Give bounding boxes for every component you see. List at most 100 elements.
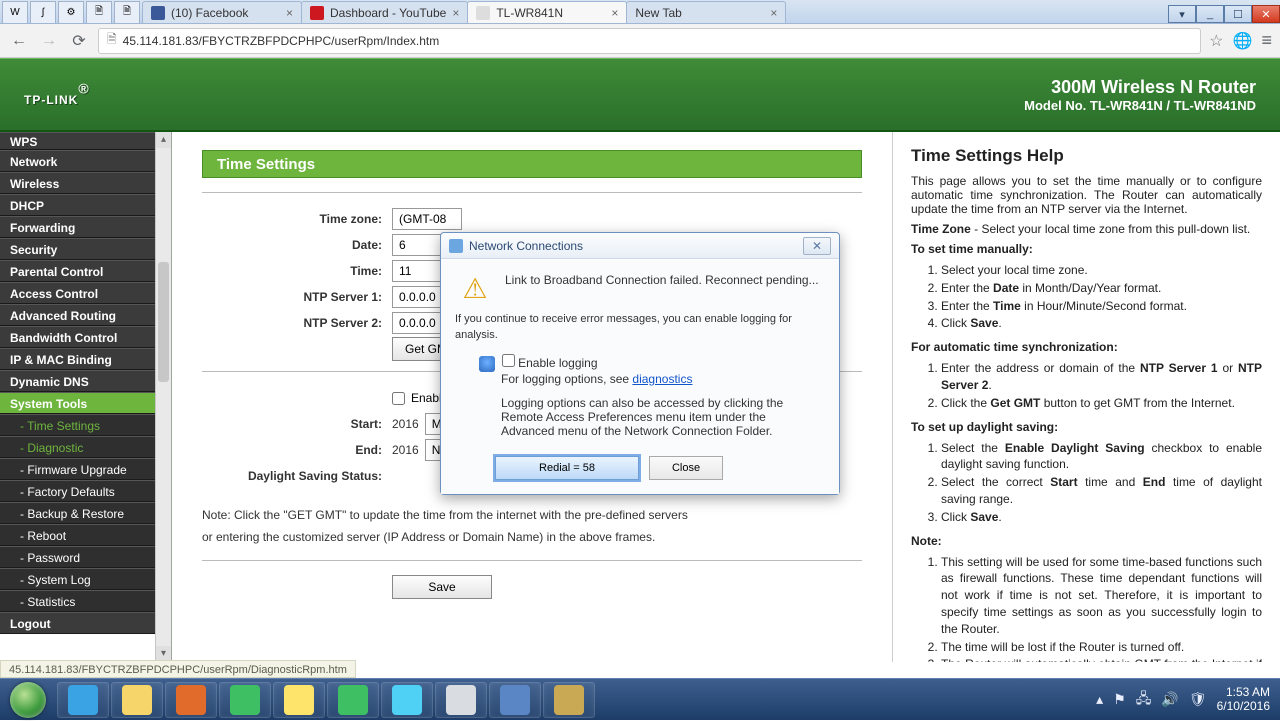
reload-icon[interactable]: ⟳ — [68, 30, 90, 52]
sidebar-item[interactable]: - Firmware Upgrade — [0, 458, 155, 480]
tray-flag-icon[interactable]: ⚑ — [1113, 691, 1126, 708]
close-icon[interactable]: × — [611, 6, 618, 20]
taskbar-app[interactable] — [57, 682, 109, 718]
sidebar-item[interactable]: - Reboot — [0, 524, 155, 546]
sidebar-item[interactable]: - Statistics — [0, 590, 155, 612]
sidebar-item[interactable]: Security — [0, 238, 155, 260]
note-text: Note: Click the "GET GMT" to update the … — [202, 506, 862, 524]
sidebar-item[interactable]: DHCP — [0, 194, 155, 216]
tray-volume-icon[interactable]: 🔊 — [1161, 691, 1178, 708]
mini-app-icon[interactable]: 🗎 — [86, 1, 112, 23]
close-icon[interactable]: × — [286, 6, 293, 20]
youtube-icon — [310, 6, 324, 20]
sidebar-item[interactable]: IP & MAC Binding — [0, 348, 155, 370]
close-icon[interactable]: × — [452, 6, 459, 20]
tab-title: TL-WR841N — [496, 6, 605, 20]
redial-button[interactable]: Redial = 58 — [495, 456, 639, 480]
sidebar-item[interactable]: - Backup & Restore — [0, 502, 155, 524]
window-drop-icon[interactable]: ▾ — [1168, 5, 1196, 23]
windows-orb-icon — [10, 682, 46, 718]
sidebar-item[interactable]: Advanced Routing — [0, 304, 155, 326]
label-timezone: Time zone: — [202, 212, 382, 226]
status-link-preview: 45.114.181.83/FBYCTRZBFPDCPHPC/userRpm/D… — [0, 660, 356, 678]
dialog-close-btn[interactable]: Close — [649, 456, 723, 480]
start-button[interactable] — [0, 679, 56, 721]
ntp1-input[interactable] — [392, 286, 446, 308]
scroll-up-icon[interactable]: ▴ — [156, 132, 171, 148]
tray-clock[interactable]: 1:53 AM 6/10/2016 — [1217, 686, 1270, 714]
help-list-notes: This setting will be used for some time-… — [941, 554, 1262, 662]
browser-tab-youtube[interactable]: Dashboard - YouTube × — [301, 1, 468, 23]
sidebar-item[interactable]: Wireless — [0, 172, 155, 194]
sidebar-item[interactable]: - Time Settings — [0, 414, 155, 436]
sidebar-item[interactable]: System Tools — [0, 392, 155, 414]
window-minimize-icon[interactable]: _ — [1196, 5, 1224, 23]
app-icon — [230, 685, 260, 715]
app-icon — [68, 685, 98, 715]
sidebar-item[interactable]: - Factory Defaults — [0, 480, 155, 502]
forward-icon[interactable]: → — [38, 30, 60, 52]
url-text: 45.114.181.83/FBYCTRZBFPDCPHPC/userRpm/I… — [123, 34, 440, 48]
sidebar-item[interactable]: Access Control — [0, 282, 155, 304]
address-bar[interactable]: 🗎 45.114.181.83/FBYCTRZBFPDCPHPC/userRpm… — [98, 28, 1201, 54]
taskbar-app[interactable] — [489, 682, 541, 718]
tab-title: Dashboard - YouTube — [330, 6, 446, 20]
diagnostics-link[interactable]: diagnostics — [632, 372, 692, 386]
mini-app-icon[interactable]: ∫ — [30, 1, 56, 23]
sidebar-item[interactable]: Network — [0, 150, 155, 172]
taskbar-app[interactable] — [327, 682, 379, 718]
help-intro: This page allows you to set the time man… — [911, 174, 1262, 216]
sidebar-item[interactable]: Dynamic DNS — [0, 370, 155, 392]
sidebar-item[interactable]: WPS — [0, 132, 155, 150]
taskbar-app[interactable] — [219, 682, 271, 718]
sidebar-item[interactable]: Parental Control — [0, 260, 155, 282]
sidebar-item[interactable]: Logout — [0, 612, 155, 634]
taskbar-app[interactable] — [435, 682, 487, 718]
close-icon[interactable]: × — [770, 6, 777, 20]
timezone-select[interactable] — [392, 208, 462, 230]
back-icon[interactable]: ← — [8, 30, 30, 52]
enable-logging-checkbox[interactable] — [502, 354, 515, 367]
browser-tab-newtab[interactable]: New Tab × — [626, 1, 786, 23]
mini-app-icon[interactable]: 🗎 — [114, 1, 140, 23]
sidebar-item[interactable]: - Diagnostic — [0, 436, 155, 458]
sidebar-item[interactable]: - System Log — [0, 568, 155, 590]
sidebar-scrollbar[interactable]: ▴ ▾ — [155, 132, 171, 662]
system-tray: ▴ ⚑ 🖧 🔊 🛡 1:53 AM 6/10/2016 — [1096, 686, 1280, 714]
window-close-icon[interactable]: ✕ — [1252, 5, 1280, 23]
taskbar-app[interactable] — [165, 682, 217, 718]
browser-tab-facebook[interactable]: (10) Facebook × — [142, 1, 302, 23]
help-heading-manual: To set time manually: — [911, 242, 1262, 256]
sidebar-item[interactable]: Forwarding — [0, 216, 155, 238]
tray-network-icon[interactable]: 🖧 — [1136, 688, 1152, 712]
browser-tab-router[interactable]: TL-WR841N × — [467, 1, 627, 23]
mini-app-icon[interactable]: ⚙ — [58, 1, 84, 23]
ntp2-input[interactable] — [392, 312, 446, 334]
taskbar-app[interactable] — [273, 682, 325, 718]
dialog-close-button[interactable]: ✕ — [803, 237, 831, 255]
taskbar-app[interactable] — [381, 682, 433, 718]
help-panel: Time Settings Help This page allows you … — [892, 132, 1280, 662]
tray-shield-icon[interactable]: 🛡 — [1189, 691, 1207, 708]
window-maximize-icon[interactable]: ☐ — [1224, 5, 1252, 23]
start-year: 2016 — [392, 417, 419, 431]
date-input[interactable] — [392, 234, 446, 256]
app-icon — [446, 685, 476, 715]
page-info-icon[interactable]: 🗎 — [107, 30, 117, 51]
globe-icon[interactable]: 🌐 — [1231, 30, 1253, 52]
sidebar-item[interactable]: Bandwidth Control — [0, 326, 155, 348]
mini-app-icon[interactable]: W — [2, 1, 28, 23]
enable-daylight-checkbox[interactable] — [392, 392, 405, 405]
dialog-titlebar[interactable]: Network Connections ✕ — [441, 233, 839, 259]
router-header: TP-LINK® 300M Wireless N Router Model No… — [0, 58, 1280, 132]
time-input[interactable] — [392, 260, 446, 282]
chrome-menu-icon[interactable]: ≡ — [1261, 30, 1272, 51]
sidebar-item[interactable]: - Password — [0, 546, 155, 568]
taskbar-app[interactable] — [111, 682, 163, 718]
bookmark-star-icon[interactable]: ☆ — [1209, 31, 1223, 51]
save-button[interactable]: Save — [392, 575, 492, 599]
tray-chevron-icon[interactable]: ▴ — [1096, 691, 1103, 708]
help-heading-daylight: To set up daylight saving: — [911, 420, 1262, 434]
scroll-thumb[interactable] — [158, 262, 169, 382]
taskbar-app[interactable] — [543, 682, 595, 718]
